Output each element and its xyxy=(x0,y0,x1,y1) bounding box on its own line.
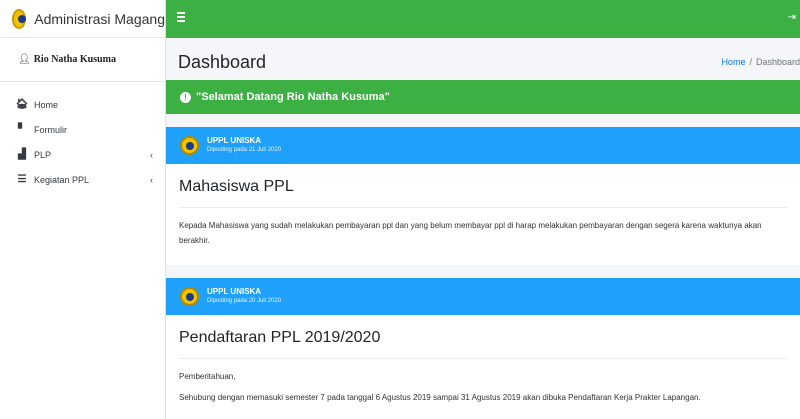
page-title: Dashboard xyxy=(178,52,267,72)
user-panel[interactable]: 👤︎ Rio Natha Kusuma xyxy=(0,38,165,82)
sidebar: Administrasi Magang 👤︎ Rio Natha Kusuma … xyxy=(0,0,166,419)
sidebar-item-label: Kegiatan PPL xyxy=(34,174,90,185)
breadcrumb-current: Dashboard xyxy=(755,57,800,67)
file-icon: ▘ xyxy=(18,124,26,135)
post-date: Diposting pada 21 Juli 2020 xyxy=(207,147,282,153)
sidebar-item-home[interactable]: 🏠︎ Home xyxy=(0,92,165,117)
post-paragraph: Sehubung dengan memasuki semester 7 pada… xyxy=(179,393,701,402)
hamburger-icon[interactable] xyxy=(177,12,187,24)
sidebar-item-plp[interactable]: ▟ PLP ‹ xyxy=(0,142,165,167)
user-icon: 👤︎ xyxy=(18,54,31,65)
post-date: Diposting pada 20 Juli 2020 xyxy=(207,298,282,304)
post-header: UPPL UNISKA Diposting pada 21 Juli 2020 xyxy=(166,127,800,164)
sign-out-icon[interactable]: ⇥ xyxy=(788,12,796,23)
post-paragraph: Pemberitahuan, xyxy=(179,372,236,381)
info-icon: ! xyxy=(180,91,191,103)
post-card: UPPL UNISKA Diposting pada 20 Juli 2020 … xyxy=(166,278,800,419)
welcome-text: "Selamat Datang Rio Natha Kusuma" xyxy=(196,91,390,103)
breadcrumb-home-link[interactable]: Home xyxy=(721,57,745,67)
post-card: UPPL UNISKA Diposting pada 21 Juli 2020 … xyxy=(166,127,800,265)
sidebar-item-formulir[interactable]: ▘ Formulir xyxy=(0,117,165,142)
breadcrumb-separator: / xyxy=(749,57,752,67)
list-icon: ☰ xyxy=(17,174,27,185)
chevron-left-icon: ‹ xyxy=(150,174,153,185)
home-icon: 🏠︎ xyxy=(15,99,29,110)
welcome-alert: ! "Selamat Datang Rio Natha Kusuma" xyxy=(166,80,800,114)
sidebar-nav: 🏠︎ Home ▘ Formulir ▟ PLP ‹ ☰ Kegiatan PP… xyxy=(0,82,165,192)
uniska-logo-icon xyxy=(12,8,27,29)
breadcrumb: Home / Dashboard xyxy=(721,57,800,67)
post-author: UPPL UNISKA xyxy=(207,287,262,296)
post-author: UPPL UNISKA xyxy=(207,136,262,145)
post-content: Kepada Mahasiswa yang sudah melakukan pe… xyxy=(179,208,787,248)
brand-link[interactable]: Administrasi Magang xyxy=(0,0,165,38)
post-paragraph: Kepada Mahasiswa yang sudah melakukan pe… xyxy=(179,221,762,245)
sidebar-item-label: Home xyxy=(34,99,59,110)
chevron-left-icon: ‹ xyxy=(150,149,153,160)
post-header: UPPL UNISKA Diposting pada 20 Juli 2020 xyxy=(166,278,800,315)
sidebar-item-kegiatan-ppl[interactable]: ☰ Kegiatan PPL ‹ xyxy=(0,167,165,192)
uniska-logo-icon xyxy=(180,136,199,155)
building-icon: ▟ xyxy=(18,149,26,160)
uniska-logo-icon xyxy=(180,287,199,306)
brand-text: Administrasi Magang xyxy=(34,10,165,27)
user-name: Rio Natha Kusuma xyxy=(33,54,116,65)
sidebar-item-label: PLP xyxy=(34,149,52,160)
post-content: Pemberitahuan, Sehubung dengan memasuki … xyxy=(179,359,787,405)
post-title: Pendaftaran PPL 2019/2020 xyxy=(179,315,787,359)
sidebar-item-label: Formulir xyxy=(34,124,67,135)
post-title: Mahasiswa PPL xyxy=(179,164,787,208)
top-navbar: ⇥ xyxy=(166,0,800,38)
